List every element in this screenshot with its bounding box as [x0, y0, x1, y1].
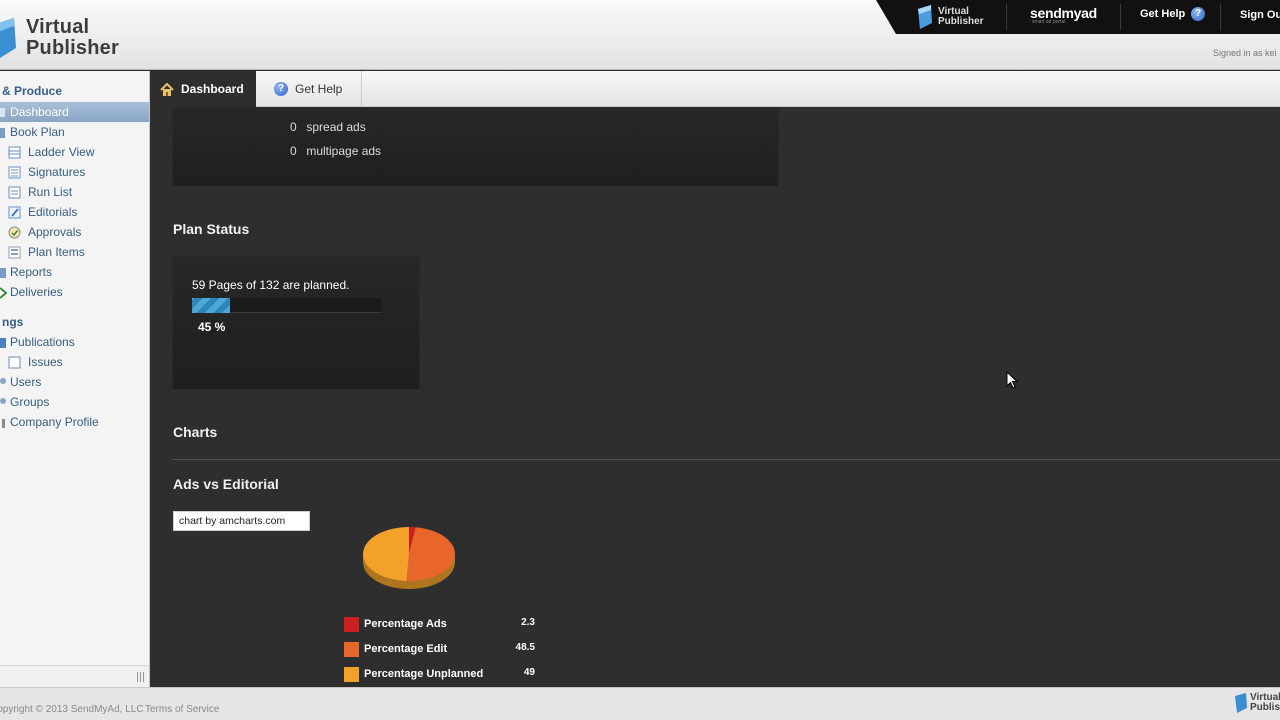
- legend-value: 49: [523, 667, 535, 678]
- signed-in-label: Signed in as kei: [1213, 48, 1277, 58]
- dashboard-icon: [0, 107, 5, 117]
- plan-progress-fill: [192, 298, 231, 313]
- legend-swatch: [344, 617, 359, 632]
- plan-progress-bar: [192, 298, 382, 313]
- plan-progress-percent: 45 %: [198, 320, 226, 334]
- legend-item[interactable]: Percentage Edit 48.5: [344, 642, 536, 658]
- sidebar-section-produce: & Produce: [2, 84, 63, 98]
- legend-swatch: [344, 667, 359, 682]
- legend-item[interactable]: Percentage Ads 2.3: [344, 617, 536, 633]
- plan-items-icon: [8, 246, 21, 258]
- footer-logo: Virtual Publisher: [1234, 693, 1280, 713]
- sidebar-item-reports[interactable]: Reports: [0, 262, 149, 282]
- sidebar-item-publications[interactable]: Publications: [0, 332, 149, 352]
- plan-status-title: Plan Status: [173, 221, 250, 237]
- sign-out-link[interactable]: Sign Out: [1240, 9, 1280, 21]
- topbar-divider: [1006, 4, 1007, 30]
- deliveries-icon: [0, 286, 7, 299]
- topbar-divider: [1220, 4, 1221, 30]
- terms-of-service-link[interactable]: Terms of Service: [145, 704, 219, 715]
- topbar-divider: [1120, 4, 1121, 30]
- run-list-icon: [8, 186, 21, 198]
- spread-ads-count: 0 spread ads: [290, 120, 366, 134]
- approvals-icon: [8, 226, 21, 238]
- legend-value: 2.3: [521, 617, 535, 628]
- sidebar-resize-handle[interactable]: [137, 672, 145, 682]
- sidebar-item-company-profile[interactable]: Company Profile: [0, 412, 149, 432]
- editorials-icon: [8, 206, 21, 218]
- legend-swatch: [344, 642, 359, 657]
- sidebar-item-plan-items[interactable]: Plan Items: [0, 242, 149, 262]
- users-icon: [0, 377, 6, 384]
- sidebar-footer: [0, 665, 149, 687]
- sendmyad-tagline: smart ad portal: [1032, 19, 1066, 25]
- header-get-help-link[interactable]: Get Help ?: [1140, 7, 1206, 21]
- publications-icon: [0, 337, 6, 348]
- reports-icon: [0, 267, 6, 278]
- tab-dashboard[interactable]: Dashboard: [150, 71, 256, 107]
- sidebar-item-run-list[interactable]: Run List: [0, 182, 149, 202]
- sidebar-item-users[interactable]: Users: [0, 372, 149, 392]
- legend-value: 48.5: [515, 642, 535, 653]
- legend-label: Percentage Ads: [364, 618, 447, 630]
- help-icon: ?: [1191, 7, 1206, 21]
- app-logo[interactable]: Virtual Publisher: [26, 17, 119, 59]
- legend-label: Percentage Edit: [364, 643, 448, 655]
- copyright-text: Copyright © 2013 SendMyAd, LLC: [0, 704, 144, 715]
- virtual-publisher-link[interactable]: Virtual Publisher: [916, 2, 984, 32]
- multipage-ads-count: 0 multipage ads: [290, 144, 382, 158]
- sidebar-item-ladder-view[interactable]: Ladder View: [0, 142, 149, 162]
- mouse-cursor-icon: [1006, 371, 1018, 389]
- section-divider: [172, 459, 1280, 460]
- plan-status-summary: 59 Pages of 132 are planned.: [192, 278, 350, 292]
- company-profile-icon: [2, 418, 5, 428]
- app-footer: Copyright © 2013 SendMyAd, LLC Terms of …: [0, 687, 1280, 720]
- amcharts-link[interactable]: chart by amcharts.com: [173, 511, 310, 531]
- groups-icon: [0, 397, 6, 404]
- sidebar-item-signatures[interactable]: Signatures: [0, 162, 149, 182]
- sidebar-item-groups[interactable]: Groups: [0, 392, 149, 412]
- legend-label: Percentage Unplanned: [364, 668, 484, 680]
- app-header: Virtual Publisher Virtual Publisher send…: [0, 0, 1280, 70]
- ads-vs-editorial-pie-chart: [362, 527, 456, 589]
- sidebar-item-book-plan[interactable]: Book Plan: [0, 122, 149, 142]
- sidebar-section-settings: ngs: [2, 315, 24, 329]
- virtual-publisher-icon: [1235, 693, 1247, 713]
- legend-item[interactable]: Percentage Unplanned 49: [344, 667, 536, 683]
- tab-bar: Dashboard ? Get Help: [150, 71, 1280, 107]
- sidebar-item-approvals[interactable]: Approvals: [0, 222, 149, 242]
- ads-summary-panel: [172, 107, 779, 187]
- virtual-publisher-icon: [918, 5, 932, 29]
- ladder-view-icon: [8, 146, 21, 158]
- issues-icon: [8, 356, 21, 368]
- help-icon: ?: [274, 82, 288, 96]
- logo-icon: [0, 18, 16, 58]
- sidebar-item-dashboard[interactable]: Dashboard: [0, 102, 149, 122]
- signatures-icon: [8, 166, 21, 178]
- book-plan-icon: [0, 127, 5, 138]
- charts-title: Charts: [173, 424, 218, 440]
- chart-section-title: Ads vs Editorial: [173, 476, 279, 492]
- sidebar-item-editorials[interactable]: Editorials: [0, 202, 149, 222]
- home-icon: [160, 82, 174, 96]
- tab-get-help[interactable]: ? Get Help: [264, 71, 362, 107]
- sidebar: & Produce Dashboard Book Plan Ladder Vie…: [0, 71, 150, 687]
- sidebar-item-issues[interactable]: Issues: [0, 352, 149, 372]
- sidebar-item-deliveries[interactable]: Deliveries: [0, 282, 149, 302]
